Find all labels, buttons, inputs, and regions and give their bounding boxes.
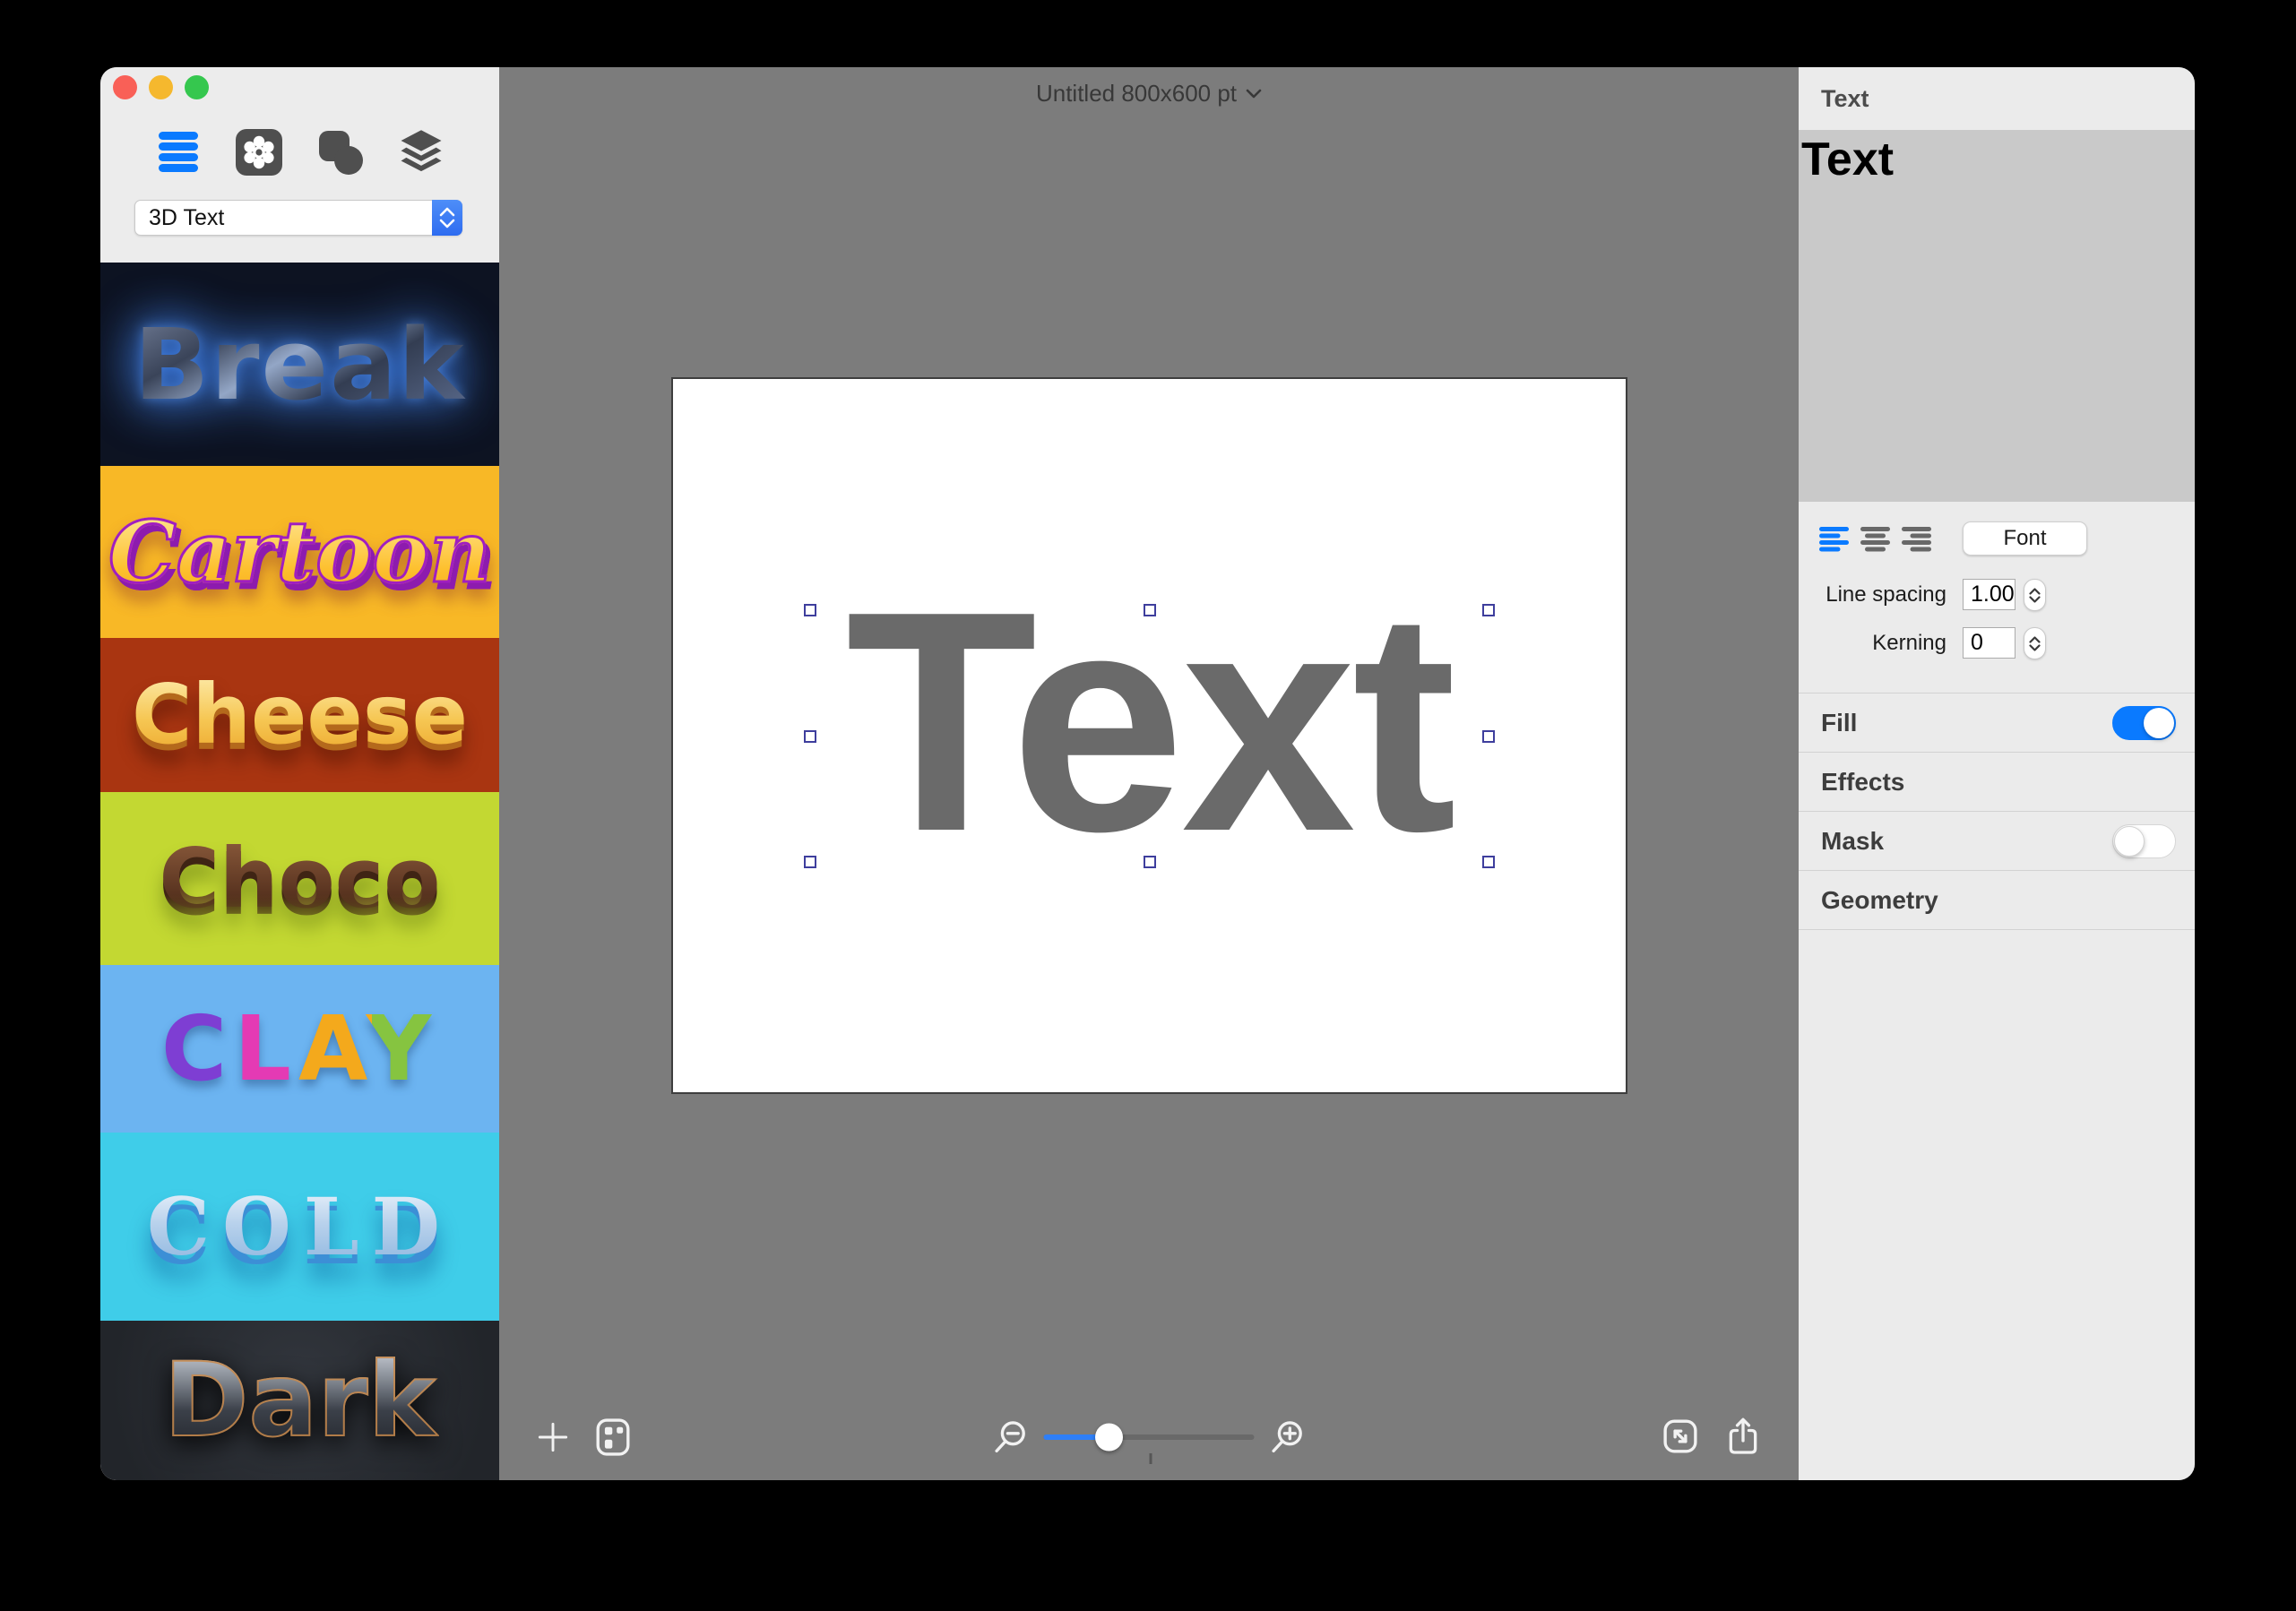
inspector-sections: Fill Effects Mask Geometry: [1799, 693, 2195, 1480]
dropdown-stepper-icon: [432, 200, 462, 236]
zoom-slider-thumb[interactable]: [1095, 1423, 1123, 1452]
section-fill[interactable]: Fill: [1799, 693, 2195, 752]
style-preview-text: Choco: [159, 830, 441, 926]
resize-icon[interactable]: [1661, 1417, 1700, 1456]
kerning-row: Kerning: [1799, 627, 2195, 659]
kerning-stepper[interactable]: [2024, 627, 2046, 659]
kerning-label: Kerning: [1872, 631, 1946, 655]
style-preview-text: CLAY: [160, 995, 439, 1101]
inspector-title: Text: [1821, 84, 1869, 112]
fill-toggle[interactable]: [2112, 705, 2176, 740]
line-spacing-label: Line spacing: [1826, 582, 1946, 607]
style-preview-text: COLD: [147, 1180, 453, 1273]
effects-flower-icon[interactable]: [230, 126, 288, 178]
chevron-down-icon: [1246, 89, 1262, 99]
shapes-icon[interactable]: [312, 126, 369, 178]
resize-handle[interactable]: [1482, 856, 1495, 868]
resize-handle[interactable]: [1143, 604, 1156, 616]
style-tile-cartoon[interactable]: Cartoon: [100, 466, 499, 638]
divider: [1799, 929, 2195, 1480]
section-mask-label: Mask: [1821, 826, 1885, 855]
style-tile-choco[interactable]: Choco: [100, 792, 499, 965]
section-effects-label: Effects: [1821, 767, 1905, 796]
fullscreen-button[interactable]: [185, 75, 209, 99]
style-preview-text: Cheese: [132, 667, 468, 762]
line-spacing-row: Line spacing: [1799, 579, 2195, 611]
resize-handle[interactable]: [1482, 604, 1495, 616]
toggle-knob: [2144, 707, 2174, 738]
align-right-button[interactable]: [1902, 527, 1931, 552]
section-geometry-label: Geometry: [1821, 885, 1938, 914]
toggle-knob: [2114, 825, 2145, 857]
text-controls: Font Line spacing Kerning: [1799, 502, 2195, 693]
zoom-slider-center-tick: [1149, 1453, 1152, 1464]
style-category-dropdown[interactable]: 3D Text: [134, 200, 462, 236]
minimize-button[interactable]: [149, 75, 173, 99]
style-tile-break[interactable]: Break: [100, 263, 499, 466]
screen: 3D Text Break Cartoon Cheese Choco CLAY …: [0, 0, 2296, 1611]
text-content-value: Text: [1801, 134, 1895, 185]
zoom-in-icon[interactable]: [1269, 1418, 1307, 1456]
resize-handle[interactable]: [1143, 856, 1156, 868]
canvas-toolbar-right: [1661, 1416, 1763, 1457]
style-preview-text: Dark: [163, 1340, 437, 1460]
inspector-header: Text: [1799, 67, 2195, 130]
resize-handle[interactable]: [1482, 729, 1495, 743]
style-tile-cold[interactable]: COLD: [100, 1133, 499, 1321]
align-left-button[interactable]: [1819, 527, 1849, 552]
sidebar-header: 3D Text: [100, 67, 499, 263]
align-center-button[interactable]: [1860, 527, 1890, 552]
text-content-editor[interactable]: Text: [1799, 130, 2195, 502]
style-preview-text: Cartoon: [108, 502, 493, 602]
section-fill-label: Fill: [1821, 708, 1858, 737]
document-title[interactable]: Untitled 800x600 pt: [499, 80, 1799, 108]
sidebar-toolbar: [100, 126, 499, 178]
zoom-slider[interactable]: [1043, 1417, 1255, 1464]
mask-toggle[interactable]: [2112, 823, 2176, 858]
text-list-icon[interactable]: [150, 126, 207, 178]
gallery-icon[interactable]: [594, 1417, 632, 1457]
inspector-panel: Text Text Font Line spacing 1.00 Kerning…: [1799, 67, 2195, 1480]
style-preview-text: Break: [134, 306, 466, 422]
add-icon[interactable]: [535, 1419, 571, 1455]
section-mask[interactable]: Mask: [1799, 811, 2195, 870]
line-spacing-stepper[interactable]: [2024, 579, 2046, 611]
font-button[interactable]: Font: [1963, 521, 2087, 556]
resize-handle[interactable]: [804, 604, 816, 616]
style-tile-cheese[interactable]: Cheese: [100, 638, 499, 792]
style-tile-dark[interactable]: Dark: [100, 1321, 499, 1480]
section-effects[interactable]: Effects: [1799, 752, 2195, 811]
style-preset-list: Break Cartoon Cheese Choco CLAY COLD Dar…: [100, 263, 499, 1480]
traffic-lights: [113, 75, 209, 99]
kerning-input[interactable]: [1963, 627, 2015, 659]
zoom-controls: [992, 1417, 1307, 1464]
close-button[interactable]: [113, 75, 137, 99]
resize-handle[interactable]: [804, 729, 816, 743]
alignment-group: [1819, 527, 1931, 552]
resize-handle[interactable]: [804, 856, 816, 868]
style-category-value: 3D Text: [149, 204, 225, 230]
canvas-area[interactable]: Untitled 800x600 pt Text: [499, 67, 1799, 1480]
canvas-text-object[interactable]: Text: [810, 564, 1489, 878]
canvas-toolbar-left: [535, 1417, 632, 1457]
section-geometry[interactable]: Geometry: [1799, 870, 2195, 929]
line-spacing-input[interactable]: [1963, 579, 2015, 610]
sidebar: 3D Text Break Cartoon Cheese Choco CLAY …: [100, 67, 499, 1480]
document-title-text: Untitled 800x600 pt: [1035, 80, 1238, 107]
style-tile-clay[interactable]: CLAY: [100, 965, 499, 1133]
layers-icon[interactable]: [393, 126, 450, 178]
share-icon[interactable]: [1723, 1416, 1763, 1457]
zoom-out-icon[interactable]: [992, 1418, 1030, 1456]
app-window: 3D Text Break Cartoon Cheese Choco CLAY …: [100, 67, 2195, 1480]
